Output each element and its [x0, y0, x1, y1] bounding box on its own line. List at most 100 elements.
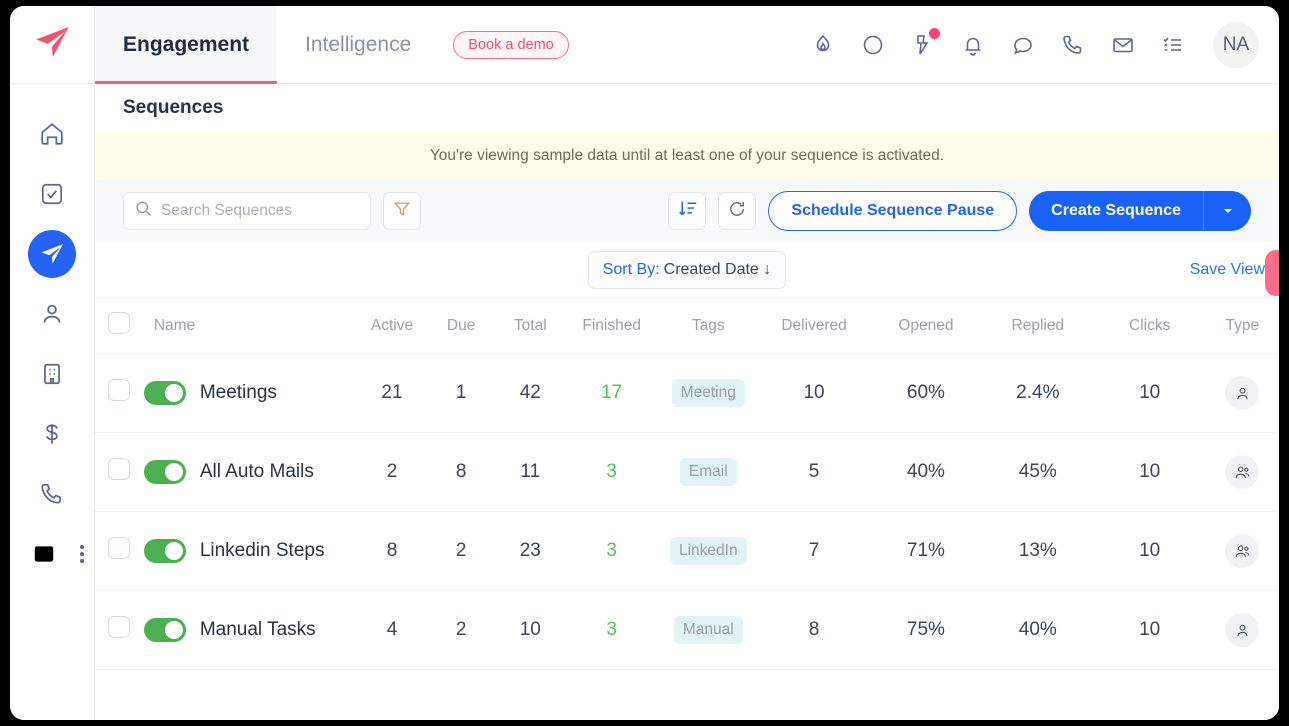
col-tags[interactable]: Tags — [658, 298, 759, 354]
page-title: Sequences — [123, 97, 224, 118]
row-tag-badge[interactable]: LinkedIn — [669, 537, 747, 565]
table-row[interactable]: All Auto Mails 2 8 11 3 Email 5 40% 45% 10 — [95, 432, 1279, 512]
book-a-demo-button[interactable]: Book a demo — [453, 30, 569, 59]
app-window: Engagement Intelligence Book a demo NA S… — [10, 6, 1279, 720]
sort-by-chip[interactable]: Sort By: Created Date ↓ — [587, 250, 787, 289]
filter-button[interactable] — [383, 192, 421, 230]
row-select-cell — [95, 590, 144, 670]
app-logo[interactable] — [10, 6, 94, 84]
row-enable-toggle[interactable] — [143, 381, 186, 405]
row-checkbox[interactable] — [108, 379, 131, 401]
row-type — [1205, 432, 1279, 512]
refresh-button[interactable] — [718, 192, 757, 230]
circle-icon[interactable] — [859, 31, 887, 59]
row-clicks: 10 — [1093, 353, 1206, 433]
sidebar-item-contacts[interactable] — [10, 284, 94, 344]
bell-icon[interactable] — [959, 31, 987, 59]
row-due: 8 — [426, 432, 496, 512]
row-enable-toggle[interactable] — [143, 460, 186, 484]
row-total: 11 — [495, 432, 565, 512]
row-clicks: 10 — [1093, 590, 1206, 670]
table-row[interactable]: Linkedin Steps 8 2 23 3 LinkedIn 7 71% 13% 10 — [95, 511, 1279, 591]
col-finished[interactable]: Finished — [564, 298, 659, 354]
create-sequence-label: Create Sequence — [1051, 202, 1181, 219]
multi-person-icon — [1225, 455, 1260, 489]
sidebar-item-deals[interactable] — [10, 404, 94, 464]
sort-descending-icon — [677, 198, 698, 224]
avatar[interactable]: NA — [1213, 21, 1259, 68]
col-total[interactable]: Total — [495, 298, 565, 354]
table-icon[interactable] — [20, 530, 68, 578]
chevron-down-icon[interactable] — [1203, 191, 1251, 231]
sidebar-more-icon[interactable] — [80, 545, 84, 563]
sidebar-item-tasks[interactable] — [10, 164, 94, 224]
table-row[interactable]: Meetings 21 1 42 17 Meeting 10 60% 2.4% 10 — [95, 353, 1279, 433]
sidebar-item-calls[interactable] — [10, 464, 94, 524]
row-checkbox[interactable] — [108, 616, 131, 638]
row-name-cell: Manual Tasks — [143, 590, 358, 670]
create-sequence-button[interactable]: Create Sequence — [1029, 191, 1251, 231]
single-person-icon — [1225, 613, 1260, 647]
sample-data-banner: You're viewing sample data until at leas… — [95, 132, 1279, 180]
building-icon — [28, 350, 76, 398]
tab-engagement[interactable]: Engagement — [95, 6, 278, 84]
search-box[interactable] — [123, 192, 371, 230]
row-active: 8 — [357, 511, 427, 591]
task-check-icon — [28, 170, 76, 218]
chat-bubble-icon[interactable] — [1009, 31, 1037, 59]
select-all-checkbox[interactable] — [108, 312, 131, 334]
phone-icon[interactable] — [1059, 31, 1087, 59]
row-replied: 13% — [981, 511, 1094, 591]
col-delivered[interactable]: Delivered — [758, 298, 870, 354]
row-delivered: 8 — [758, 590, 870, 670]
col-name[interactable]: Name — [143, 298, 358, 354]
sequences-table-wrapper: Name Active Due Total Finished Tags Deli… — [95, 298, 1279, 720]
row-active: 21 — [357, 353, 427, 433]
row-active: 4 — [357, 590, 427, 670]
row-select-cell — [95, 511, 144, 591]
sequences-table: Name Active Due Total Finished Tags Deli… — [95, 298, 1279, 670]
row-checkbox[interactable] — [108, 537, 131, 559]
sidebar-item-home[interactable] — [10, 104, 94, 164]
checklist-icon[interactable] — [1159, 31, 1187, 59]
multi-person-icon — [1225, 534, 1260, 568]
row-finished: 17 — [564, 353, 659, 433]
sort-button[interactable] — [668, 192, 707, 230]
col-replied[interactable]: Replied — [981, 298, 1094, 354]
col-active[interactable]: Active — [357, 298, 427, 354]
search-input[interactable] — [161, 202, 360, 220]
flame-icon[interactable] — [809, 31, 837, 59]
sidebar-item-sequences[interactable] — [10, 224, 94, 284]
row-checkbox[interactable] — [108, 458, 131, 480]
row-opened: 75% — [870, 590, 982, 670]
single-person-icon — [1225, 376, 1260, 410]
row-tag-badge[interactable]: Manual — [673, 616, 743, 644]
feedback-tab-handle[interactable] — [1265, 250, 1279, 296]
col-due[interactable]: Due — [426, 298, 496, 354]
schedule-sequence-pause-button[interactable]: Schedule Sequence Pause — [768, 191, 1018, 231]
main-area: Engagement Intelligence Book a demo NA S… — [95, 6, 1279, 720]
send-plane-icon — [28, 230, 76, 278]
table-row[interactable]: Manual Tasks 4 2 10 3 Manual 8 75% 40% 10 — [95, 590, 1279, 670]
row-tags: Meeting — [658, 353, 759, 433]
row-replied: 40% — [981, 590, 1094, 670]
row-type — [1205, 353, 1279, 433]
col-clicks[interactable]: Clicks — [1093, 298, 1206, 354]
lightning-bolt-icon[interactable] — [909, 27, 940, 59]
row-enable-toggle[interactable] — [143, 539, 186, 563]
sidebar — [10, 6, 95, 720]
col-type[interactable]: Type — [1205, 298, 1279, 354]
row-total: 23 — [495, 511, 565, 591]
save-view-link[interactable]: Save View — [1190, 261, 1265, 279]
row-tag-badge[interactable]: Meeting — [671, 379, 745, 407]
row-tag-badge[interactable]: Email — [679, 458, 737, 486]
mail-icon[interactable] — [1109, 31, 1137, 59]
sidebar-item-accounts[interactable] — [10, 344, 94, 404]
tab-intelligence[interactable]: Intelligence — [277, 6, 439, 83]
row-finished: 3 — [564, 511, 659, 591]
row-name-cell: Meetings — [143, 353, 358, 433]
row-enable-toggle[interactable] — [143, 618, 186, 642]
row-opened: 71% — [870, 511, 982, 591]
sort-by-prefix: Sort By: — [602, 260, 660, 278]
col-opened[interactable]: Opened — [870, 298, 982, 354]
